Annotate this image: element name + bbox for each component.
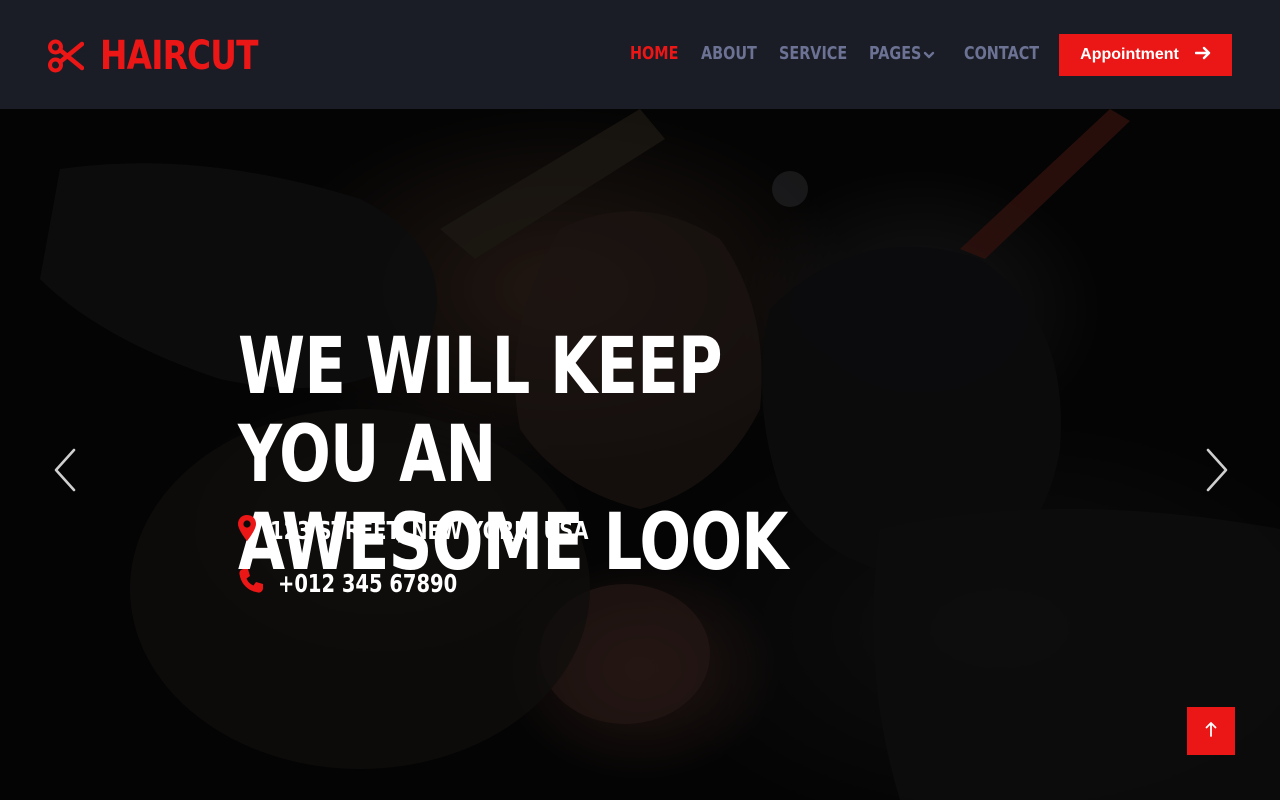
phone-icon: [238, 568, 264, 599]
hero-address-text: 123 STREET, NEW YORK, USA: [270, 515, 589, 545]
nav-link-about[interactable]: ABOUT: [701, 42, 757, 66]
arrow-right-icon: [1194, 45, 1211, 66]
map-marker-icon: [238, 514, 256, 546]
hero-title: WE WILL KEEP YOU AN AWESOME LOOK: [238, 323, 862, 587]
navbar: HAIRCUT HOME ABOUT SERVICE PAGES CONTACT…: [0, 0, 1280, 109]
hero-carousel: WE WILL KEEP YOU AN AWESOME LOOK 123 STR…: [0, 109, 1280, 800]
nav-link-pages[interactable]: PAGES: [869, 42, 921, 66]
hero-phone: +012 345 67890: [238, 568, 508, 598]
nav-link-home[interactable]: HOME: [630, 42, 678, 66]
chevron-down-icon[interactable]: [923, 48, 935, 60]
appointment-button-label: Appointment: [1080, 46, 1179, 63]
nav-link-service[interactable]: SERVICE: [779, 42, 847, 66]
arrow-up-icon: [1204, 721, 1218, 742]
chevron-left-icon: [50, 448, 80, 497]
back-to-top-button[interactable]: [1187, 707, 1235, 755]
hero-phone-text: +012 345 67890: [278, 568, 458, 598]
hero-title-line-1: WE WILL KEEP YOU AN: [238, 322, 723, 500]
chevron-right-icon: [1202, 448, 1232, 497]
hero-address: 123 STREET, NEW YORK, USA: [238, 514, 678, 546]
carousel-next-button[interactable]: [1202, 447, 1232, 493]
nav-link-contact[interactable]: CONTACT: [964, 42, 1039, 66]
appointment-button[interactable]: Appointment: [1059, 34, 1232, 76]
carousel-prev-button[interactable]: [50, 447, 80, 493]
